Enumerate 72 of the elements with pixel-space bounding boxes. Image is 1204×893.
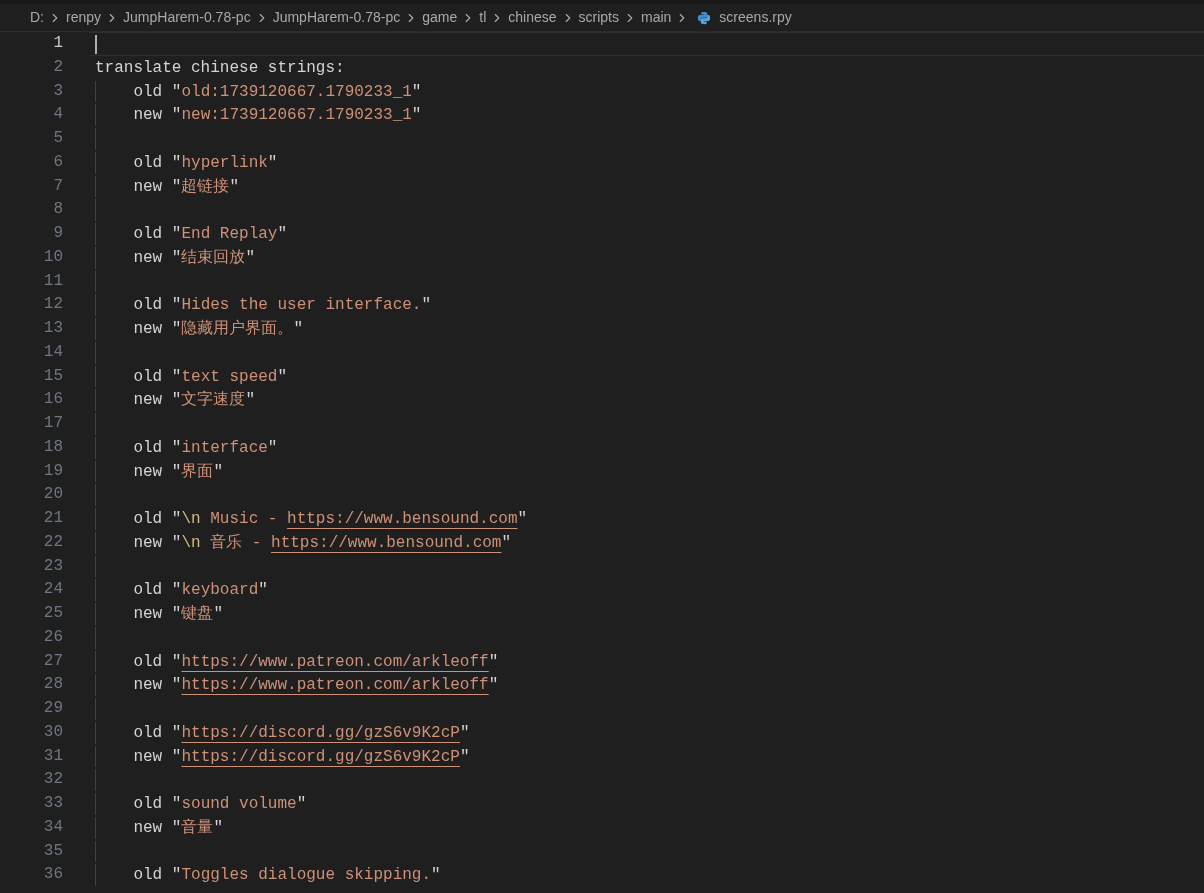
code-line: new "\n 音乐 - https://www.bensound.com" [133, 532, 512, 554]
code-line: old "old:1739120667.1790233_1" [133, 81, 422, 103]
code-line: old "hyperlink" [133, 152, 278, 174]
code-line: old "Toggles dialogue skipping." [133, 865, 441, 886]
code-line: new "键盘" [133, 604, 224, 625]
breadcrumb-item[interactable]: tl [479, 7, 487, 28]
code-line: old "keyboard" [133, 580, 268, 601]
breadcrumb-item[interactable]: screens.rpy [719, 7, 792, 28]
line-number: 25 [42, 603, 63, 624]
line-number: 31 [42, 745, 63, 767]
line-number: 10 [42, 246, 63, 268]
line-number: 9 [52, 223, 63, 244]
code-line: old "sound volume" [133, 794, 307, 815]
line-number: 11 [42, 270, 63, 292]
breadcrumb-item[interactable]: renpy [66, 7, 102, 28]
code-line: old "https://www.patreon.com/arkleoff" [133, 651, 499, 673]
code-line: new "界面" [133, 461, 224, 483]
code-line: new "隐藏用户界面。" [133, 318, 304, 340]
line-number: 34 [42, 816, 63, 838]
code-line: old "interface" [133, 437, 278, 459]
line-number: 24 [42, 579, 63, 601]
line-number: 26 [42, 626, 63, 648]
line-number: 16 [42, 389, 63, 411]
breadcrumb-item[interactable]: JumpHarem-0.78-pc [123, 7, 251, 28]
line-number: 32 [42, 769, 63, 791]
code-line: new "超链接" [133, 176, 240, 198]
code-line: new "new:1739120667.1790233_1" [133, 105, 422, 126]
line-number: 22 [42, 531, 63, 553]
line-number: 33 [42, 793, 63, 814]
line-number: 23 [42, 555, 63, 577]
line-number: 35 [42, 840, 63, 862]
line-number: 1 [52, 33, 63, 54]
line-number: 14 [42, 341, 63, 363]
line-number: 7 [52, 175, 63, 197]
line-number: 19 [42, 460, 63, 482]
code-line: new "文字速度" [133, 389, 256, 411]
line-number: 5 [52, 128, 63, 149]
breadcrumb-item[interactable]: game [422, 7, 458, 28]
breadcrumb-item[interactable]: chinese [508, 7, 557, 28]
code-line: old "Hides the user interface." [133, 295, 432, 316]
line-number: 12 [42, 294, 63, 316]
code-line: old "text speed" [133, 366, 288, 388]
line-number: 13 [42, 318, 63, 339]
line-number: 15 [42, 365, 63, 387]
line-number: 20 [42, 484, 63, 506]
line-number: 4 [52, 104, 63, 126]
line-number: 36 [42, 864, 63, 886]
line-number: 6 [52, 151, 63, 173]
line-number: 8 [52, 199, 63, 221]
code-line: old "\n Music - https://www.bensound.com" [133, 509, 528, 530]
code-line: translate chinese strings: [95, 57, 345, 79]
code-line: old "https://discord.gg/gzS6v9K2cP" [133, 722, 470, 744]
code-line: new "结束回放" [133, 247, 256, 269]
file-icon [697, 10, 712, 25]
breadcrumb-item[interactable]: main [641, 7, 672, 28]
line-number: 28 [42, 674, 63, 696]
code-line: new "音量" [133, 817, 224, 839]
code-line: new "https://www.patreon.com/arkleoff" [133, 675, 499, 696]
breadcrumb-item[interactable]: JumpHarem-0.78-pc [272, 7, 401, 28]
line-number: 29 [42, 698, 63, 719]
breadcrumb-item[interactable]: D: [30, 7, 44, 28]
line-number: 18 [42, 436, 63, 458]
line-number: 27 [42, 650, 63, 672]
text-cursor [95, 35, 97, 54]
line-number: 2 [52, 56, 63, 78]
line-number: 3 [52, 80, 63, 102]
line-number: 30 [42, 721, 63, 743]
code-line: old "End Replay" [133, 224, 288, 245]
breadcrumb-item[interactable]: scripts [578, 7, 619, 28]
code-line: new "https://discord.gg/gzS6v9K2cP" [133, 746, 470, 768]
line-number: 17 [42, 413, 63, 434]
line-number: 21 [42, 508, 63, 529]
